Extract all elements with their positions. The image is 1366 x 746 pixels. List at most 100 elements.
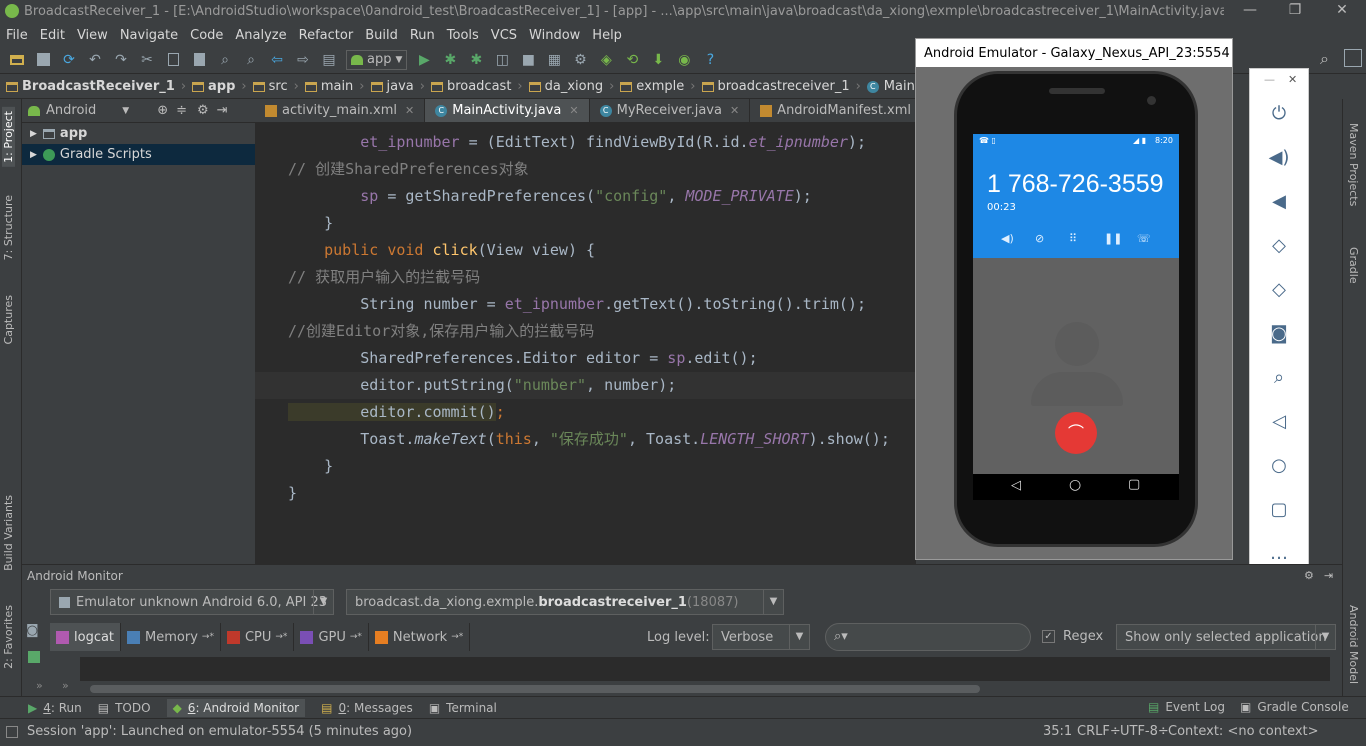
chevron-down-icon[interactable]: ▼ [122,106,129,116]
pin-icon[interactable]: →* [202,632,214,642]
tab-structure[interactable]: 7: Structure [2,195,15,260]
tab-maven-projects[interactable]: Maven Projects [1347,123,1360,206]
project-structure-icon[interactable]: ▦ [543,49,565,71]
make-icon[interactable]: ▤ [318,49,340,71]
sync-icon[interactable]: ⟳ [58,49,80,71]
layout-icon[interactable] [1344,49,1362,67]
run-config-dropdown[interactable]: app ▼ [346,49,408,70]
zoom-icon[interactable]: ⌕ [1264,363,1294,393]
close-icon[interactable]: ✕ [569,104,578,117]
menu-build[interactable]: Build [365,28,398,43]
tab-memory[interactable]: Memory →* [121,623,221,651]
expand-icon[interactable]: ▶ [30,150,37,160]
tab-todo[interactable]: ▤ TODO [98,701,151,715]
end-call-button[interactable]: ⌒ [1055,412,1097,454]
menu-vcs[interactable]: VCS [491,28,517,43]
minimize-button[interactable]: — [1230,2,1270,22]
close-button[interactable]: ✕ [1322,2,1362,22]
restore-button[interactable]: ❐ [1275,2,1315,22]
rotate-left-icon[interactable]: ◇ [1264,231,1294,261]
menu-view[interactable]: View [77,28,108,43]
back-icon[interactable]: ◁ [1264,407,1294,437]
tab-gpu[interactable]: GPU →* [294,623,369,651]
tab-android-monitor[interactable]: ◆ 6: Android Monitor [166,698,306,717]
logcat-output[interactable] [80,657,1330,681]
forward-icon[interactable]: ⇨ [292,49,314,71]
rotate-right-icon[interactable]: ◇ [1264,275,1294,305]
hold-icon[interactable]: ❚❚ [1104,232,1122,245]
save-icon[interactable] [32,49,54,71]
menu-code[interactable]: Code [190,28,223,43]
record-icon[interactable] [28,651,40,663]
close-icon[interactable]: ✕ [405,104,414,117]
attach-debugger-icon[interactable]: ✱ [465,49,487,71]
scroll-from-source-icon[interactable]: ⊕ [157,103,168,118]
tree-item-app[interactable]: ▶ app [22,123,255,144]
tab-cpu[interactable]: CPU →* [221,623,295,651]
power-icon[interactable]: ⏻ [1264,99,1294,129]
recents-icon[interactable]: ▢ [1128,477,1140,492]
volume-down-icon[interactable]: ◀ [1264,187,1294,217]
tab-terminal[interactable]: ▣ Terminal [429,701,497,715]
gear-icon[interactable]: ⚙ [1304,569,1314,582]
add-call-icon[interactable]: ☏ [1137,232,1151,245]
replace-icon[interactable]: ⌕ [240,49,262,71]
back-icon[interactable]: ⇦ [266,49,288,71]
menu-refactor[interactable]: Refactor [299,28,354,43]
tab-mainactivity-java[interactable]: C MainActivity.java ✕ [425,99,590,122]
cut-icon[interactable]: ✂ [136,49,158,71]
breadcrumb-broadcast[interactable]: broadcast › [430,79,523,94]
close-icon[interactable]: ✕ [730,104,739,117]
close-emulator-icon[interactable]: ✕ [1288,73,1297,86]
tab-favorites[interactable]: 2: Favorites [2,605,15,669]
tab-event-log[interactable]: ▤ Event Log [1148,700,1225,714]
tool-windows-icon[interactable] [6,726,18,738]
tab-build-variants[interactable]: Build Variants [2,495,15,571]
code-area[interactable]: et_ipnumber = (EditText) findViewById(R.… [255,129,916,507]
minimize-emulator-icon[interactable]: — [1264,73,1275,86]
breadcrumb-app[interactable]: app › [192,79,247,94]
tree-item-gradle-scripts[interactable]: ▶ Gradle Scripts [22,144,255,165]
android-device-monitor-icon[interactable]: ◉ [673,49,695,71]
breadcrumb-java[interactable]: java › [370,79,425,94]
redo-icon[interactable]: ↷ [110,49,132,71]
gear-icon[interactable]: ⚙ [197,103,209,118]
menu-navigate[interactable]: Navigate [120,28,178,43]
menu-edit[interactable]: Edit [40,28,65,43]
tab-project[interactable]: 1: Project [2,107,15,167]
context-indicator[interactable]: Context: <no context> [1168,724,1319,739]
caret-position[interactable]: 35:1 [1043,724,1072,739]
tab-captures[interactable]: Captures [2,295,15,344]
breadcrumb-exmple[interactable]: exmple › [620,79,696,94]
avd-manager-icon[interactable]: ◈ [595,49,617,71]
expand-icon[interactable]: » [36,679,43,692]
project-view-select[interactable]: Android [46,103,96,118]
home-icon[interactable]: ○ [1264,451,1294,481]
tab-gradle-console[interactable]: ▣ Gradle Console [1240,700,1349,714]
expand-icon[interactable]: » [62,679,69,692]
collapse-all-icon[interactable]: ≑ [176,103,187,118]
log-level-select[interactable]: Verbose ▼ [712,624,810,650]
menu-help[interactable]: Help [592,28,622,43]
breadcrumb-main[interactable]: main › [304,79,365,94]
menu-analyze[interactable]: Analyze [235,28,286,43]
tab-messages[interactable]: ▤ 0: Messages [321,701,413,715]
pin-icon[interactable]: →* [451,632,463,642]
tab-network[interactable]: Network →* [369,623,471,651]
hide-icon[interactable]: ⇥ [1324,569,1333,582]
line-separator[interactable]: CRLF÷ [1077,724,1121,739]
settings-icon[interactable]: ⚙ [569,49,591,71]
sdk-manager-icon[interactable]: ⬇ [647,49,669,71]
tab-myreceiver-java[interactable]: C MyReceiver.java ✕ [590,99,751,122]
help-icon[interactable]: ? [699,49,721,71]
search-everywhere-icon[interactable]: ⌕ [1320,49,1329,69]
menu-tools[interactable]: Tools [447,28,479,43]
mute-icon[interactable]: ⊘ [1035,232,1044,245]
device-select[interactable]: Emulator unknown Android 6.0, API 23 ▼ [50,589,334,615]
camera-icon[interactable]: ◙ [1264,319,1294,349]
tab-androidmanifest-xml[interactable]: AndroidManifest.xml✕ [750,99,916,122]
process-select[interactable]: broadcast.da_xiong.exmple. broadcastrecei… [346,589,784,615]
breadcrumb-src[interactable]: src › [252,79,299,94]
paste-icon[interactable] [188,49,210,71]
back-icon[interactable]: ◁ [1011,478,1021,493]
